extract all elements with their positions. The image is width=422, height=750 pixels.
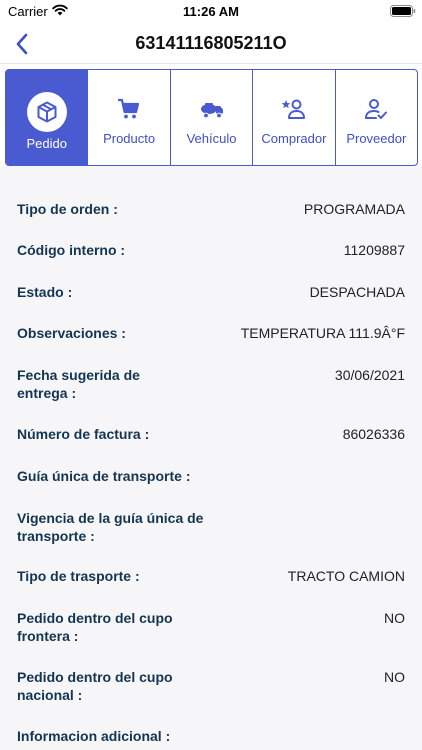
tab-label: Comprador: [261, 131, 327, 146]
detail-label: Informacion adicional :: [17, 728, 171, 744]
battery-icon: [390, 5, 416, 17]
order-details: Tipo de orden : PROGRAMADA Código intern…: [0, 166, 422, 750]
cart-icon: [118, 98, 140, 119]
package-icon: [37, 101, 57, 123]
tab-label: Pedido: [26, 136, 67, 151]
supplier-check-icon: [365, 99, 388, 119]
tab-pedido[interactable]: Pedido: [6, 70, 89, 165]
tab-label: Vehículo: [186, 131, 237, 146]
detail-label: Estado :: [17, 284, 73, 300]
tab-label: Proveedor: [346, 131, 407, 146]
detail-value: NO: [384, 669, 405, 685]
truck-icon: [200, 103, 223, 119]
order-number-title: 63141116805211O: [135, 33, 287, 53]
detail-label: Pedido dentro del cupo frontera :: [17, 610, 173, 644]
detail-label: Vigencia de la guía única de transporte …: [17, 510, 204, 544]
detail-label: Fecha sugerida de entrega :: [17, 367, 140, 401]
detail-tab-bar: Pedido Producto Vehículo Comprador Prove…: [5, 69, 418, 166]
tab-label: Producto: [103, 131, 156, 146]
detail-label: Guía única de transporte :: [17, 468, 191, 484]
navigation-bar: 63141116805211O: [0, 24, 422, 64]
status-time: 11:26 AM: [183, 4, 239, 19]
tab-vehiculo[interactable]: Vehículo: [171, 70, 254, 165]
detail-value: NO: [384, 610, 405, 626]
tab-producto[interactable]: Producto: [88, 70, 171, 165]
detail-value: 86026336: [342, 426, 405, 442]
detail-value: PROGRAMADA: [303, 201, 405, 217]
tab-proveedor[interactable]: Proveedor: [336, 70, 417, 165]
detail-value: DESPACHADA: [309, 284, 405, 300]
tab-icon-circle: [26, 92, 67, 132]
detail-value: 30/06/2021: [334, 367, 405, 383]
detail-label: Pedido dentro del cupo nacional :: [17, 669, 173, 703]
buyer-star-icon: [281, 99, 305, 119]
detail-value: TRACTO CAMION: [287, 568, 405, 584]
detail-label: Tipo de orden :: [17, 201, 118, 217]
status-bar: Carrier 11:26 AM: [0, 0, 422, 24]
detail-value: 11209887: [343, 242, 405, 258]
detail-label: Tipo de trasporte :: [17, 568, 140, 584]
tab-comprador[interactable]: Comprador: [253, 70, 336, 165]
detail-label: Número de factura :: [17, 426, 150, 442]
detail-label: Código interno :: [17, 242, 126, 258]
detail-value: TEMPERATURA 111.9Â°F: [240, 325, 405, 341]
detail-label: Observaciones :: [17, 325, 126, 341]
